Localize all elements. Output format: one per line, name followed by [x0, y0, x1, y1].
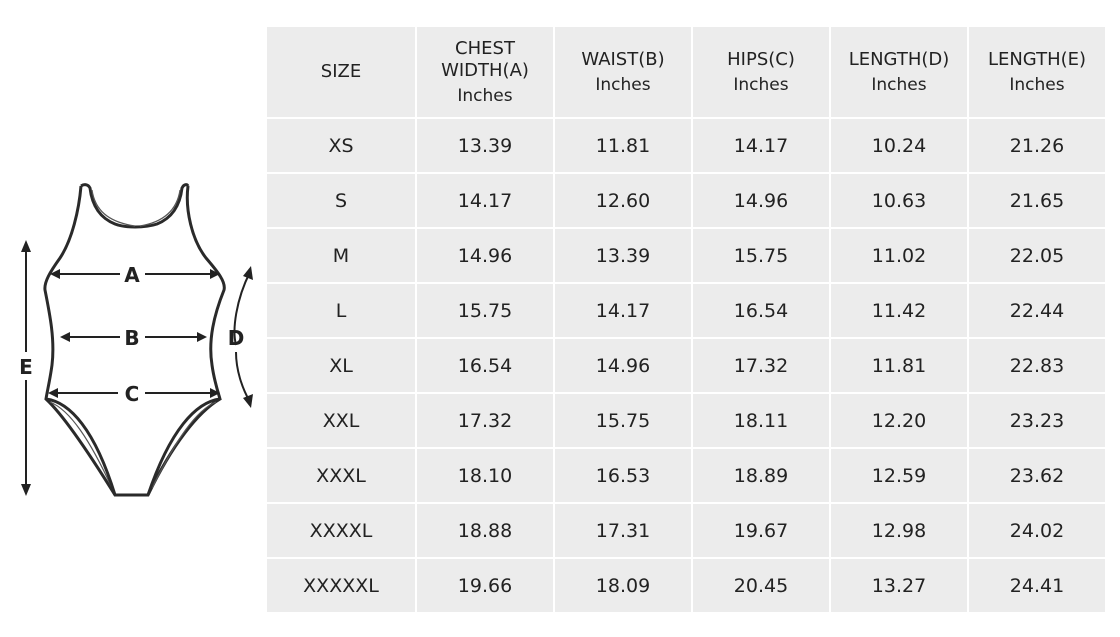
header-title: LENGTH(E) [987, 48, 1087, 70]
label-c: C [125, 382, 140, 406]
hips-cell: 14.17 [693, 119, 829, 172]
length-e-cell: 22.05 [969, 229, 1105, 282]
header-title: WAIST(B) [581, 48, 665, 70]
size-cell: M [267, 229, 415, 282]
length-d-cell: 11.02 [831, 229, 967, 282]
size-cell: XXXXL [267, 504, 415, 557]
hips-cell: 15.75 [693, 229, 829, 282]
size-cell: XS [267, 119, 415, 172]
size-cell: L [267, 284, 415, 337]
length-d-cell: 13.27 [831, 559, 967, 612]
length-d-cell: 12.59 [831, 449, 967, 502]
size-cell: XXL [267, 394, 415, 447]
waist-cell: 11.81 [555, 119, 691, 172]
header-waist: WAIST(B) Inches [555, 27, 691, 117]
chest-cell: 18.10 [417, 449, 553, 502]
swimsuit-outline-icon: A B C D E [19, 183, 253, 497]
length-d-cell: 11.81 [831, 339, 967, 392]
waist-cell: 16.53 [555, 449, 691, 502]
size-cell: XXXXXL [267, 559, 415, 612]
table-row: XXXXL 18.88 17.31 19.67 12.98 24.02 [267, 504, 1105, 557]
chest-cell: 14.17 [417, 174, 553, 227]
chest-cell: 15.75 [417, 284, 553, 337]
waist-cell: 17.31 [555, 504, 691, 557]
waist-cell: 18.09 [555, 559, 691, 612]
header-title: SIZE [320, 61, 362, 82]
waist-cell: 15.75 [555, 394, 691, 447]
length-e-cell: 23.23 [969, 394, 1105, 447]
size-chart-page: A B C D E SIZE CHEST WIDTH(A) Inches WAI… [0, 0, 1120, 637]
size-cell: XXXL [267, 449, 415, 502]
header-chest-width: CHEST WIDTH(A) Inches [417, 27, 553, 117]
header-title: HIPS(C) [727, 48, 795, 70]
hips-cell: 14.96 [693, 174, 829, 227]
hips-cell: 18.89 [693, 449, 829, 502]
length-e-cell: 24.41 [969, 559, 1105, 612]
header-length-d: LENGTH(D) Inches [831, 27, 967, 117]
table-row: XS 13.39 11.81 14.17 10.24 21.26 [267, 119, 1105, 172]
hips-cell: 19.67 [693, 504, 829, 557]
header-unit: Inches [457, 85, 513, 106]
length-d-cell: 10.24 [831, 119, 967, 172]
size-cell: XL [267, 339, 415, 392]
label-b: B [124, 326, 139, 350]
table-row: XXXL 18.10 16.53 18.89 12.59 23.62 [267, 449, 1105, 502]
table-row: S 14.17 12.60 14.96 10.63 21.65 [267, 174, 1105, 227]
table-row: XXXXXL 19.66 18.09 20.45 13.27 24.41 [267, 559, 1105, 612]
chest-cell: 19.66 [417, 559, 553, 612]
waist-cell: 14.96 [555, 339, 691, 392]
table-row: XL 16.54 14.96 17.32 11.81 22.83 [267, 339, 1105, 392]
table-header-row: SIZE CHEST WIDTH(A) Inches WAIST(B) Inch… [267, 27, 1105, 117]
waist-cell: 14.17 [555, 284, 691, 337]
label-d: D [228, 326, 245, 350]
label-e: E [19, 355, 33, 379]
waist-cell: 13.39 [555, 229, 691, 282]
hips-cell: 16.54 [693, 284, 829, 337]
swimsuit-measurement-diagram: A B C D E [0, 0, 270, 637]
length-d-cell: 12.20 [831, 394, 967, 447]
header-unit: Inches [595, 74, 651, 95]
size-table-container: SIZE CHEST WIDTH(A) Inches WAIST(B) Inch… [265, 25, 1105, 614]
header-unit: Inches [1009, 74, 1065, 95]
length-e-cell: 23.62 [969, 449, 1105, 502]
length-e-cell: 21.26 [969, 119, 1105, 172]
length-d-cell: 10.63 [831, 174, 967, 227]
table-row: L 15.75 14.17 16.54 11.42 22.44 [267, 284, 1105, 337]
length-d-cell: 11.42 [831, 284, 967, 337]
chest-cell: 18.88 [417, 504, 553, 557]
length-e-cell: 21.65 [969, 174, 1105, 227]
hips-cell: 20.45 [693, 559, 829, 612]
header-unit: Inches [733, 74, 789, 95]
label-a: A [124, 263, 140, 287]
header-title: CHEST WIDTH(A) [441, 37, 529, 81]
header-unit: Inches [871, 74, 927, 95]
hips-cell: 18.11 [693, 394, 829, 447]
header-length-e: LENGTH(E) Inches [969, 27, 1105, 117]
waist-cell: 12.60 [555, 174, 691, 227]
header-size: SIZE [267, 27, 415, 117]
hips-cell: 17.32 [693, 339, 829, 392]
header-hips: HIPS(C) Inches [693, 27, 829, 117]
chest-cell: 14.96 [417, 229, 553, 282]
table-row: M 14.96 13.39 15.75 11.02 22.05 [267, 229, 1105, 282]
chest-cell: 13.39 [417, 119, 553, 172]
chest-cell: 17.32 [417, 394, 553, 447]
length-e-cell: 22.83 [969, 339, 1105, 392]
chest-cell: 16.54 [417, 339, 553, 392]
size-table: SIZE CHEST WIDTH(A) Inches WAIST(B) Inch… [265, 25, 1107, 614]
table-row: XXL 17.32 15.75 18.11 12.20 23.23 [267, 394, 1105, 447]
size-cell: S [267, 174, 415, 227]
length-d-cell: 12.98 [831, 504, 967, 557]
length-e-cell: 22.44 [969, 284, 1105, 337]
length-e-cell: 24.02 [969, 504, 1105, 557]
header-title: LENGTH(D) [848, 48, 950, 70]
